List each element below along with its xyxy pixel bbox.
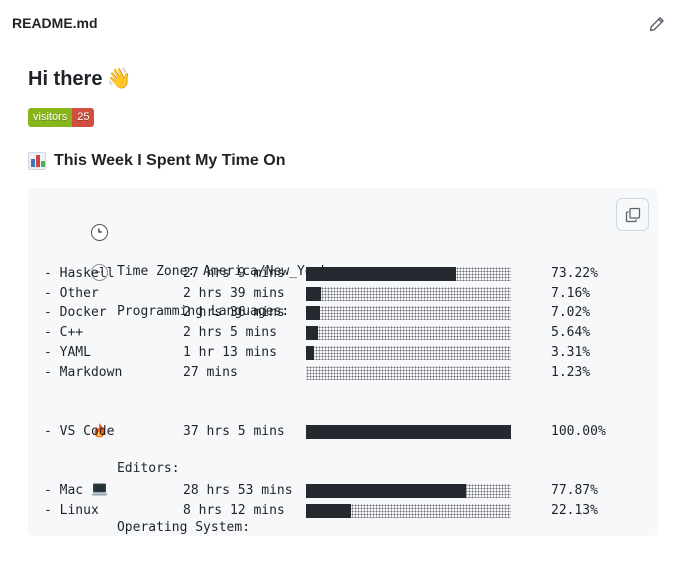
laptop-icon — [91, 481, 108, 498]
stat-name: - Docker — [44, 305, 107, 321]
progress-bar — [306, 286, 511, 301]
stat-time: 27 mins — [183, 364, 238, 380]
section-title-text: This Week I Spent My Time On — [54, 152, 286, 169]
stat-name: - VS Code — [44, 424, 115, 439]
badge-label: visitors — [28, 108, 73, 127]
stat-time: 27 hrs 9 mins — [183, 266, 285, 281]
waving-hand-icon: 👋 — [106, 68, 132, 90]
stat-time: 37 hrs 5 mins — [183, 424, 285, 439]
progress-bar — [306, 365, 511, 380]
stat-percent: 7.16% — [551, 285, 591, 301]
progress-bar-fill — [306, 345, 314, 360]
progress-bar — [306, 425, 511, 439]
pencil-icon — [649, 17, 664, 32]
stat-percent: 73.22% — [551, 266, 598, 281]
stat-time: 28 hrs 53 mins — [183, 483, 293, 498]
clock-icon — [90, 224, 108, 241]
copy-button[interactable] — [616, 198, 649, 231]
progress-bar-fill — [306, 425, 511, 439]
languages-heading: Programming Languages: — [44, 244, 289, 319]
bar-chart-icon — [28, 152, 46, 170]
progress-bar — [306, 345, 511, 360]
readme-title-text: Hi there — [28, 68, 103, 90]
stat-time: 2 hrs 5 mins — [183, 325, 277, 341]
timezone-line: Time Zone: America/New_York — [44, 204, 328, 279]
stat-percent: 7.02% — [551, 305, 591, 321]
edit-file-button[interactable] — [646, 13, 668, 35]
progress-bar-fill — [306, 286, 321, 301]
stat-percent: 5.64% — [551, 325, 591, 341]
editors-heading: Editors: — [44, 402, 180, 476]
readme-title: Hi there 👋 — [28, 66, 131, 91]
progress-bar — [306, 503, 511, 518]
progress-bar-fill — [306, 306, 320, 321]
stat-time: 2 hrs 39 mins — [183, 285, 285, 301]
progress-bar-fill — [306, 503, 351, 518]
copy-icon — [625, 207, 640, 222]
stat-name: - Haskell — [44, 266, 115, 281]
stat-name: - Linux — [44, 502, 99, 518]
file-header: README.md — [0, 0, 682, 46]
stat-time: 1 hr 13 mins — [183, 344, 277, 360]
badge-count: 25 — [72, 108, 95, 127]
section-title: This Week I Spent My Time On — [28, 152, 285, 170]
stat-percent: 100.00% — [551, 424, 606, 439]
stat-name: - Other — [44, 285, 99, 301]
stat-name: - Markdown — [44, 364, 123, 380]
stat-name: - Mac — [44, 483, 84, 498]
progress-bar-fill — [306, 326, 318, 341]
stat-percent: 22.13% — [551, 502, 598, 518]
stat-time: 8 hrs 12 mins — [183, 502, 285, 518]
progress-bar — [306, 267, 511, 281]
progress-bar-fill — [306, 267, 456, 281]
progress-bar — [306, 484, 511, 498]
progress-bar-fill — [306, 484, 466, 498]
progress-bar — [306, 326, 511, 341]
stat-name: - C++ — [44, 325, 84, 341]
stat-percent: 1.23% — [551, 364, 591, 380]
stat-percent: 77.87% — [551, 483, 598, 498]
file-name: README.md — [12, 15, 98, 31]
stat-name: - YAML — [44, 344, 91, 360]
stats-code-block: Time Zone: America/New_York Programming … — [28, 188, 658, 536]
visitors-badge[interactable]: visitors 25 — [28, 108, 95, 127]
progress-bar — [306, 306, 511, 321]
stat-percent: 3.31% — [551, 344, 591, 360]
stat-time: 2 hrs 36 mins — [183, 305, 285, 321]
os-heading: Operating System: — [44, 461, 250, 535]
